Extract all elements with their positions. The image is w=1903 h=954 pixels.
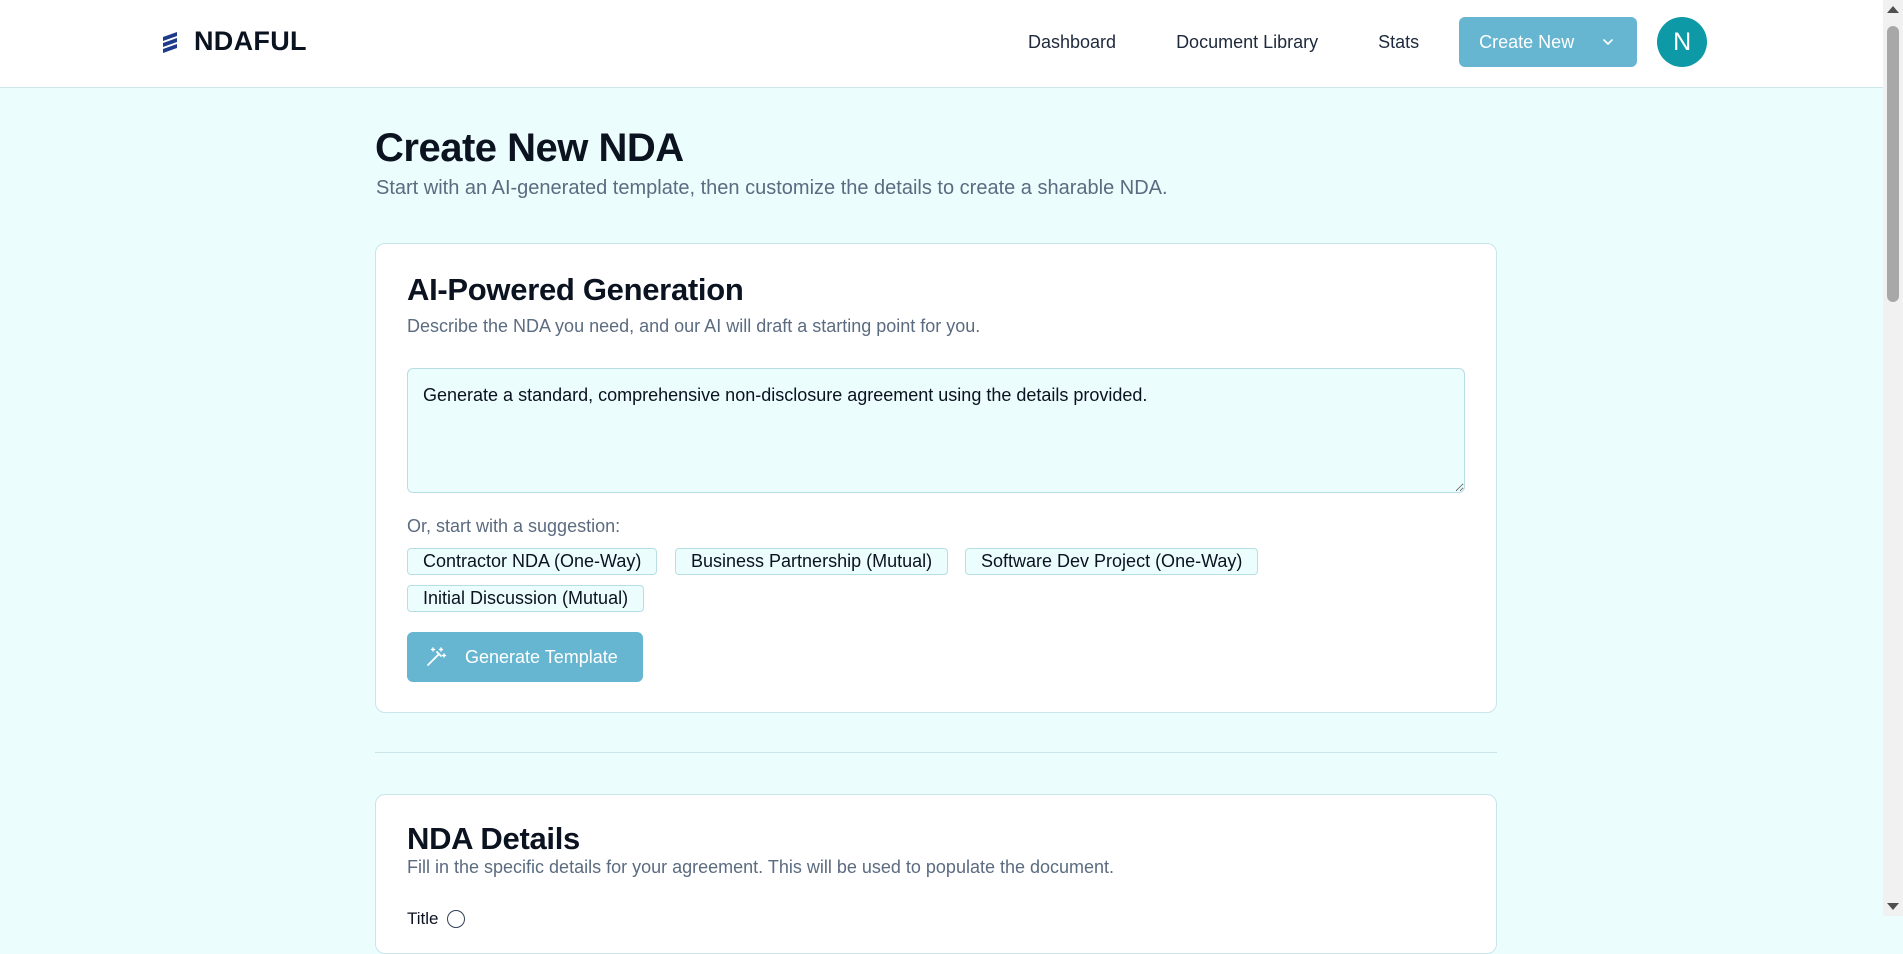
- ai-card-description: Describe the NDA you need, and our AI wi…: [407, 316, 981, 336]
- user-avatar[interactable]: N: [1657, 17, 1708, 67]
- ai-generation-card: AI-Powered Generation Describe the NDA y…: [375, 243, 1497, 713]
- magic-wand-icon: [427, 647, 447, 666]
- vertical-scrollbar[interactable]: [1883, 0, 1903, 916]
- page-title: Create New NDA: [375, 126, 684, 170]
- chevron-down-icon: [1603, 39, 1613, 45]
- nav-document-library[interactable]: Document Library: [1176, 17, 1318, 67]
- section-divider: [375, 752, 1497, 753]
- generate-template-button[interactable]: Generate Template: [407, 632, 643, 682]
- brand-logo[interactable]: NDAFUL: [160, 26, 307, 57]
- generate-template-label: Generate Template: [465, 646, 618, 667]
- suggestion-chip-initial-discussion[interactable]: Initial Discussion (Mutual): [407, 585, 645, 612]
- scroll-down-arrow-icon[interactable]: [1887, 903, 1899, 910]
- nav-dashboard[interactable]: Dashboard: [1028, 17, 1116, 67]
- suggestion-chip-contractor[interactable]: Contractor NDA (One-Way): [407, 548, 658, 575]
- nav-stats[interactable]: Stats: [1378, 17, 1419, 67]
- create-new-label: Create New: [1479, 31, 1575, 52]
- logo-icon: [163, 31, 177, 53]
- nda-details-card: NDA Details Fill in the specific details…: [375, 794, 1497, 954]
- details-card-description: Fill in the specific details for your ag…: [407, 857, 1115, 877]
- create-new-button[interactable]: Create New: [1459, 17, 1638, 67]
- suggestion-chip-software-dev[interactable]: Software Dev Project (One-Way): [965, 548, 1259, 575]
- scrollbar-thumb[interactable]: [1887, 26, 1899, 302]
- title-field-label-text: Title: [407, 909, 439, 928]
- suggestion-chip-business-partnership[interactable]: Business Partnership (Mutual): [675, 548, 949, 575]
- title-field-label: Title: [407, 909, 465, 929]
- suggestion-label: Or, start with a suggestion:: [407, 516, 621, 536]
- top-navigation-bar: NDAFUL Dashboard Document Library Stats …: [0, 0, 1883, 88]
- details-card-title: NDA Details: [407, 821, 580, 856]
- prompt-textarea[interactable]: [407, 368, 1465, 493]
- main-nav: Dashboard Document Library Stats Create …: [1028, 17, 1708, 67]
- brand-name: NDAFUL: [194, 26, 307, 56]
- ai-card-title: AI-Powered Generation: [407, 272, 744, 307]
- page-subtitle: Start with an AI-generated template, the…: [376, 177, 1168, 199]
- info-icon[interactable]: [446, 910, 465, 928]
- scroll-up-arrow-icon[interactable]: [1887, 6, 1899, 13]
